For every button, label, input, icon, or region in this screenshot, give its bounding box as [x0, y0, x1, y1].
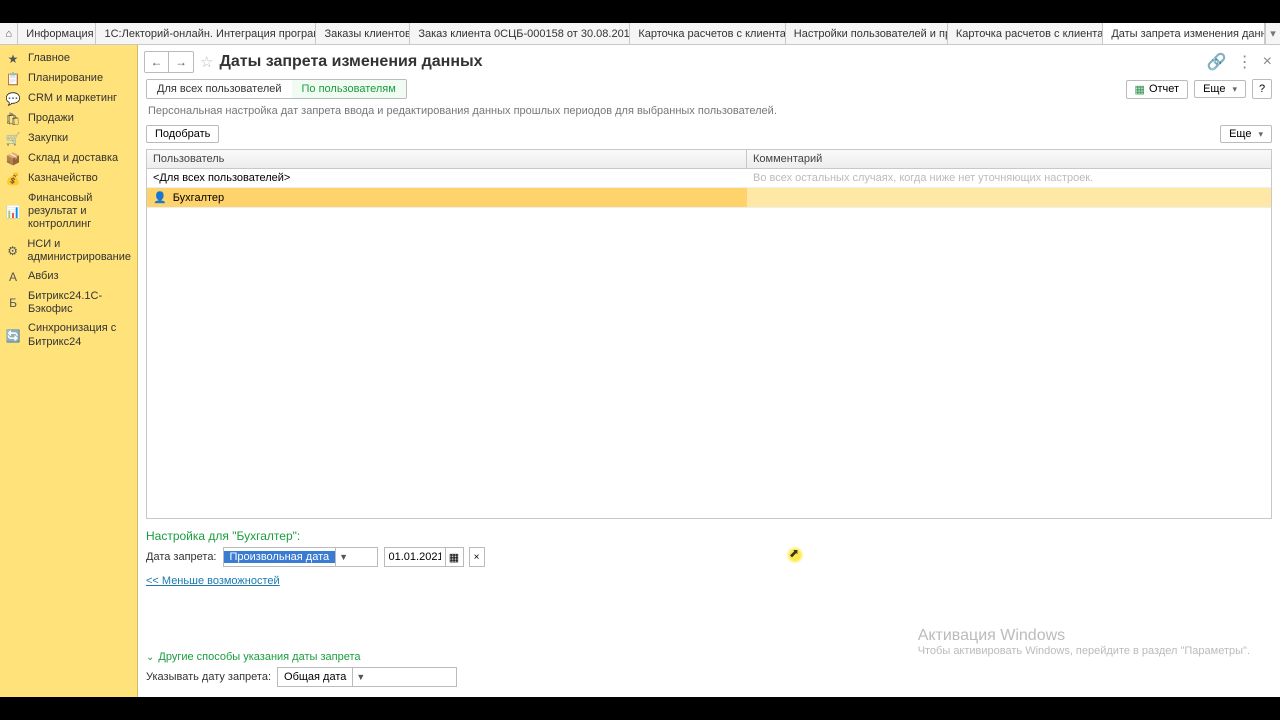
chevron-down-icon: ▼ [335, 548, 351, 566]
hint-text: Персональная настройка дат запрета ввода… [138, 105, 1280, 125]
bag-icon: 🛍 [6, 112, 20, 126]
page-title: Даты запрета изменения данных [219, 53, 482, 71]
forward-button[interactable]: → [169, 52, 193, 72]
sidebar-item-admin[interactable]: ⚙НСИ и администрирование [0, 235, 137, 267]
tab-item[interactable]: Карточка расчетов с клиентами× [948, 23, 1103, 44]
date-label: Дата запрета: [146, 551, 217, 563]
sidebar-item-main[interactable]: ★Главное [0, 49, 137, 69]
date-type-select[interactable]: Произвольная дата ▼ [223, 547, 378, 567]
scope-segment: Для всех пользователей По пользователям [146, 79, 407, 99]
tab-item[interactable]: 1С:Лекторий-онлайн. Интеграция программ … [96, 23, 316, 44]
pick-button[interactable]: Подобрать [146, 125, 219, 143]
clipboard-icon: 📋 [6, 72, 20, 86]
tab-item[interactable]: Заказ клиента 0СЦБ-000158 от 30.08.2018 … [410, 23, 630, 44]
link-icon[interactable]: 🔗 [1207, 52, 1227, 72]
tab-scroll[interactable]: ▾ [1265, 23, 1280, 44]
tab-item[interactable]: Настройки пользователей и прав× [786, 23, 948, 44]
sidebar-item-purchasing[interactable]: 🛒Закупки [0, 129, 137, 149]
report-button[interactable]: ▦Отчет [1126, 80, 1189, 99]
more-button[interactable]: Еще [1194, 80, 1246, 98]
specify-select[interactable]: Общая дата ▼ [277, 667, 457, 687]
close-icon[interactable]: × [1263, 53, 1272, 71]
date-field[interactable] [385, 548, 445, 566]
seg-all-users[interactable]: Для всех пользователей [147, 80, 292, 98]
box-icon: 📦 [6, 152, 20, 166]
more-button-2[interactable]: Еще [1220, 125, 1272, 143]
clear-button[interactable]: × [469, 547, 485, 567]
sidebar-item-bitrix[interactable]: ББитрикс24.1С-Бэкофис [0, 287, 137, 319]
windows-watermark: Активация Windows Чтобы активировать Win… [918, 627, 1250, 657]
tab-item[interactable]: Информация× [18, 23, 96, 44]
back-button[interactable]: ← [145, 52, 169, 72]
sidebar-item-warehouse[interactable]: 📦Склад и доставка [0, 149, 137, 169]
table-row[interactable]: 👤Бухгалтер [147, 188, 1271, 208]
sidebar-item-treasury[interactable]: 💰Казначейство [0, 169, 137, 189]
calendar-icon[interactable]: ▦ [445, 548, 463, 566]
sidebar-item-crm[interactable]: 💬CRM и маркетинг [0, 89, 137, 109]
less-options-link[interactable]: << Меньше возможностей [138, 571, 1280, 591]
chevron-down-icon: ⌄ [146, 652, 154, 663]
star-icon: ★ [6, 52, 20, 66]
date-input[interactable]: ▦ [384, 547, 464, 567]
settings-heading: Настройка для "Бухгалтер": [138, 519, 1280, 547]
users-table: Пользователь Комментарий <Для всех польз… [146, 149, 1272, 519]
tab-item[interactable]: Заказы клиентов× [316, 23, 410, 44]
help-button[interactable]: ? [1252, 79, 1272, 99]
sidebar-item-sync[interactable]: 🔄Синхронизация с Битрикс24 [0, 319, 137, 351]
chart-icon: 📊 [6, 205, 20, 219]
sidebar-item-avbiz[interactable]: ААвбиз [0, 267, 137, 287]
sidebar-item-sales[interactable]: 🛍Продажи [0, 109, 137, 129]
home-button[interactable]: ⌂ [0, 23, 18, 44]
col-comment[interactable]: Комментарий [747, 150, 1271, 168]
chevron-down-icon: ▼ [352, 668, 368, 686]
sidebar-item-planning[interactable]: 📋Планирование [0, 69, 137, 89]
specify-label: Указывать дату запрета: [146, 671, 271, 683]
tab-item[interactable]: Карточка расчетов с клиентами× [630, 23, 785, 44]
sync-icon: 🔄 [6, 329, 20, 343]
chat-icon: 💬 [6, 92, 20, 106]
user-icon: 👤 [153, 191, 167, 204]
seg-by-users[interactable]: По пользователям [292, 80, 406, 98]
letter-icon: А [6, 270, 20, 284]
kebab-icon[interactable]: ⋮ [1237, 52, 1253, 72]
favorite-icon[interactable]: ☆ [200, 53, 213, 71]
cart-icon: 🛒 [6, 132, 20, 146]
letter-icon: Б [6, 296, 20, 310]
sidebar-item-finance[interactable]: 📊Финансовый результат и контроллинг [0, 189, 137, 235]
sidebar: ★Главное 📋Планирование 💬CRM и маркетинг … [0, 45, 138, 697]
tab-item[interactable]: Даты запрета изменения данных× [1103, 23, 1265, 44]
money-icon: 💰 [6, 172, 20, 186]
tab-bar: ⌂ Информация× 1С:Лекторий-онлайн. Интегр… [0, 23, 1280, 45]
col-user[interactable]: Пользователь [147, 150, 747, 168]
gear-icon: ⚙ [6, 244, 19, 258]
table-row[interactable]: <Для всех пользователей> Во всех остальн… [147, 169, 1271, 188]
